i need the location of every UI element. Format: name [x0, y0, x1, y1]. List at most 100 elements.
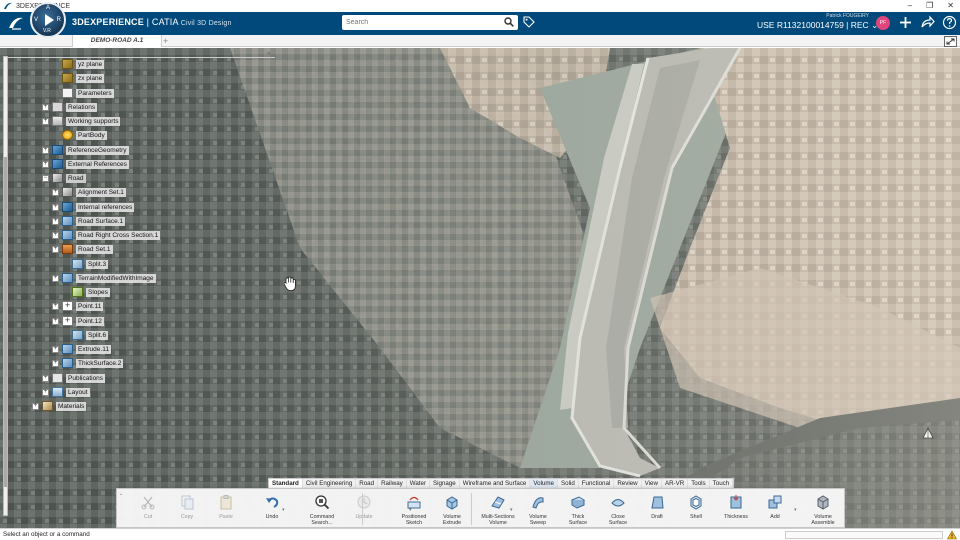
- tree-node[interactable]: + ReferenceGeometry: [42, 144, 129, 156]
- section-tab-standard[interactable]: Standard: [269, 479, 303, 488]
- tree-node-label[interactable]: Road Set.1: [76, 244, 113, 254]
- tree-node[interactable]: Split.6: [62, 329, 109, 341]
- tree-node-label[interactable]: Relations: [66, 102, 98, 112]
- section-tab-solid[interactable]: Solid: [558, 479, 579, 488]
- thickness-button[interactable]: Thickness: [717, 492, 755, 527]
- view-orientation-icon[interactable]: [921, 426, 935, 440]
- collapse-node-icon[interactable]: −: [42, 174, 49, 182]
- tab-demo-road[interactable]: DEMO-ROAD A.1: [72, 35, 162, 47]
- shell-button[interactable]: Shell: [677, 492, 715, 527]
- fullscreen-icon[interactable]: [944, 36, 957, 47]
- tree-node-label[interactable]: Slopes: [86, 287, 110, 297]
- expand-node-icon[interactable]: +: [52, 302, 59, 310]
- tree-node[interactable]: Slopes: [62, 286, 110, 298]
- expand-node-icon[interactable]: +: [52, 359, 59, 367]
- power-input-field[interactable]: [785, 531, 943, 539]
- expand-node-icon[interactable]: +: [52, 188, 59, 196]
- tree-node[interactable]: + Road Right Cross Section.1: [52, 229, 161, 241]
- tree-node[interactable]: + Layout: [42, 386, 90, 398]
- tree-node-label[interactable]: PartBody: [76, 130, 107, 140]
- tree-node[interactable]: yz plane: [52, 58, 105, 70]
- tree-node-label[interactable]: Alignment Set.1: [76, 187, 126, 197]
- draft-button[interactable]: Draft: [638, 492, 676, 527]
- expand-node-icon[interactable]: +: [52, 203, 59, 211]
- tree-node[interactable]: + Road Set.1: [52, 243, 113, 255]
- compass-play-icon[interactable]: [45, 14, 54, 26]
- tree-node[interactable]: Parameters: [52, 87, 114, 99]
- avatar[interactable]: PF: [876, 16, 890, 30]
- flyout-arrow-icon[interactable]: ▾: [409, 507, 412, 513]
- expand-node-icon[interactable]: +: [42, 103, 49, 111]
- flyout-arrow-icon[interactable]: ▾: [510, 507, 513, 513]
- section-tab-functional[interactable]: Functional: [579, 479, 615, 488]
- tree-node[interactable]: + Road Surface.1: [52, 215, 126, 227]
- undo-button[interactable]: Undo: [253, 492, 291, 527]
- tree-node-label[interactable]: Materials: [56, 401, 87, 411]
- paste-button[interactable]: Paste: [207, 492, 245, 527]
- expand-node-icon[interactable]: +: [42, 388, 49, 396]
- positioned-sketch-button[interactable]: Positioned Sketch: [395, 492, 433, 527]
- tree-scrollbar[interactable]: [3, 56, 8, 516]
- tree-node[interactable]: − Road: [42, 172, 86, 184]
- action-bar-grip-icon[interactable]: ⌄: [119, 491, 123, 497]
- expand-node-icon[interactable]: +: [52, 274, 59, 282]
- section-tab-signage[interactable]: Signage: [430, 479, 460, 488]
- add-button[interactable]: Add: [756, 492, 794, 527]
- flyout-arrow-icon[interactable]: ▾: [794, 507, 797, 513]
- section-tab-water[interactable]: Water: [407, 479, 431, 488]
- close-surface-button[interactable]: Close Surface: [599, 492, 637, 527]
- dassault-logo-icon[interactable]: [8, 15, 24, 35]
- section-tab-view[interactable]: View: [642, 479, 662, 488]
- help-icon[interactable]: [942, 15, 957, 30]
- section-tab-railway[interactable]: Railway: [378, 479, 407, 488]
- expand-node-icon[interactable]: +: [52, 245, 59, 253]
- warning-icon[interactable]: [947, 530, 957, 540]
- tree-node-label[interactable]: zx plane: [76, 73, 105, 83]
- tree-node[interactable]: + TerrainModifiedWithImage: [52, 272, 156, 284]
- section-tab-touch[interactable]: Touch: [710, 479, 734, 488]
- user-context[interactable]: Patrick FOUGEIRY USE R1132100014759 | RE…: [757, 13, 878, 31]
- tree-node-label[interactable]: ReferenceGeometry: [66, 145, 129, 155]
- add-content-icon[interactable]: [898, 15, 913, 30]
- section-tab-tools[interactable]: Tools: [688, 479, 710, 488]
- tree-node[interactable]: + Publications: [42, 372, 106, 384]
- expand-node-icon[interactable]: +: [42, 117, 49, 125]
- tree-node-label[interactable]: ThickSurface.2: [76, 358, 124, 368]
- command-search-button[interactable]: Command Search...: [303, 492, 341, 527]
- section-tab-review[interactable]: Review: [614, 479, 642, 488]
- tree-node[interactable]: + Point.12: [52, 315, 104, 327]
- search-box[interactable]: [342, 15, 518, 30]
- section-tab-ar-vr[interactable]: AR-VR: [662, 479, 689, 488]
- expand-node-icon[interactable]: +: [42, 160, 49, 168]
- update-button[interactable]: Update: [345, 492, 383, 527]
- tree-node-label[interactable]: Parameters: [76, 88, 114, 98]
- tree-node-label[interactable]: Internal references: [76, 202, 135, 212]
- tree-node[interactable]: + Internal references: [52, 201, 135, 213]
- thick-surface-cmd-button[interactable]: Thick Surface: [559, 492, 597, 527]
- tree-node-label[interactable]: Point.11: [76, 301, 104, 311]
- tree-node-label[interactable]: Road: [66, 173, 86, 183]
- tree-node-label[interactable]: Road Surface.1: [76, 216, 126, 226]
- new-tab-button[interactable]: +: [163, 35, 168, 47]
- volume-extrude-button[interactable]: Volume Extrude: [433, 492, 471, 527]
- tree-scrollbar-thumb[interactable]: [4, 157, 7, 487]
- expand-node-icon[interactable]: +: [52, 217, 59, 225]
- tree-node-label[interactable]: Road Right Cross Section.1: [76, 230, 161, 240]
- tree-node-label[interactable]: Layout: [66, 387, 90, 397]
- tree-node[interactable]: PartBody: [52, 129, 107, 141]
- expand-node-icon[interactable]: +: [52, 345, 59, 353]
- maximize-button[interactable]: ❐: [926, 0, 933, 12]
- tree-node[interactable]: + Working supports: [42, 115, 121, 127]
- search-icon[interactable]: [504, 17, 514, 27]
- tree-node[interactable]: zx plane: [52, 72, 105, 84]
- expand-node-icon[interactable]: +: [42, 374, 49, 382]
- expand-node-icon[interactable]: +: [52, 317, 59, 325]
- tree-node-label[interactable]: Point.12: [76, 316, 104, 326]
- tree-node[interactable]: + Materials: [32, 400, 87, 412]
- tree-collapse-button[interactable]: «: [267, 51, 270, 57]
- compass-widget[interactable]: A V R V.R: [30, 2, 66, 38]
- tree-node[interactable]: + Alignment Set.1: [52, 186, 126, 198]
- tree-node-label[interactable]: TerrainModifiedWithImage: [76, 273, 156, 283]
- close-window-button[interactable]: ✕: [947, 0, 954, 12]
- flyout-arrow-icon[interactable]: ▾: [282, 507, 285, 513]
